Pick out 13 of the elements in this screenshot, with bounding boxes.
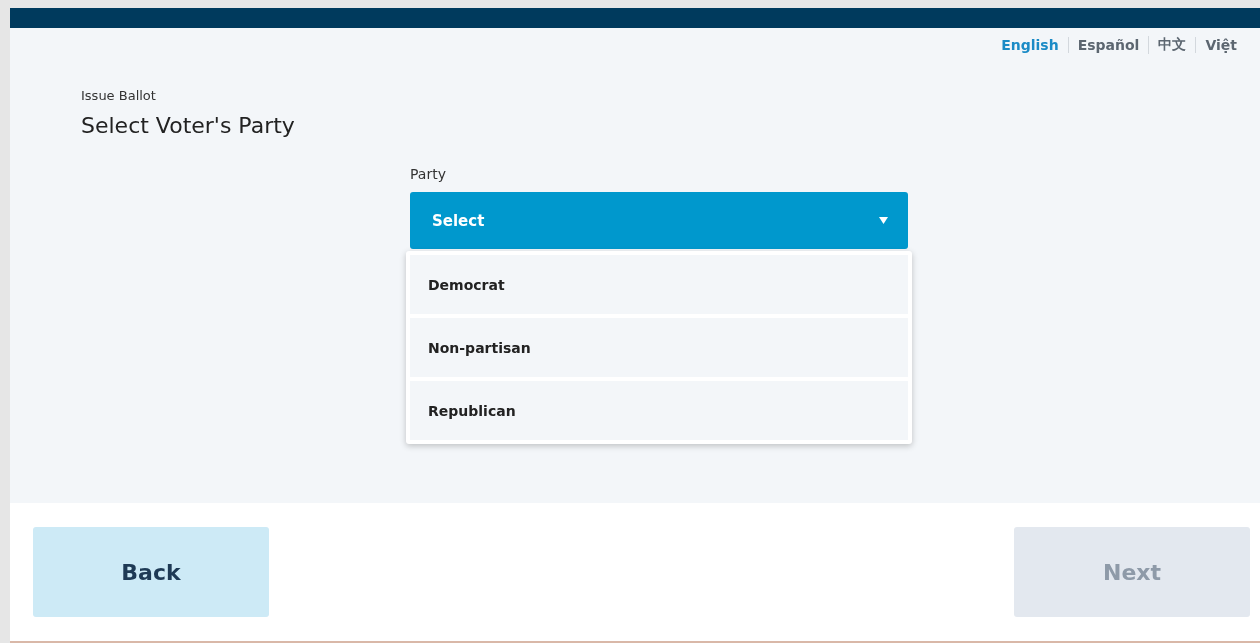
dropdown-option[interactable]: Republican xyxy=(410,381,908,440)
language-link[interactable]: Español xyxy=(1067,37,1149,53)
dropdown-option[interactable]: Non-partisan xyxy=(410,318,908,377)
dropdown-option[interactable]: Democrat xyxy=(410,255,908,314)
field-label: Party xyxy=(410,166,446,182)
language-link[interactable]: 中文 xyxy=(1148,36,1196,54)
back-button[interactable]: Back xyxy=(33,527,269,617)
page-title: Select Voter's Party xyxy=(81,113,296,138)
breadcrumb: Issue Ballot xyxy=(81,88,157,103)
language-link[interactable]: Việt xyxy=(1195,37,1246,53)
language-link[interactable]: English xyxy=(992,37,1068,53)
party-dropdown[interactable]: Select xyxy=(410,192,908,249)
caret-icon xyxy=(879,217,888,224)
